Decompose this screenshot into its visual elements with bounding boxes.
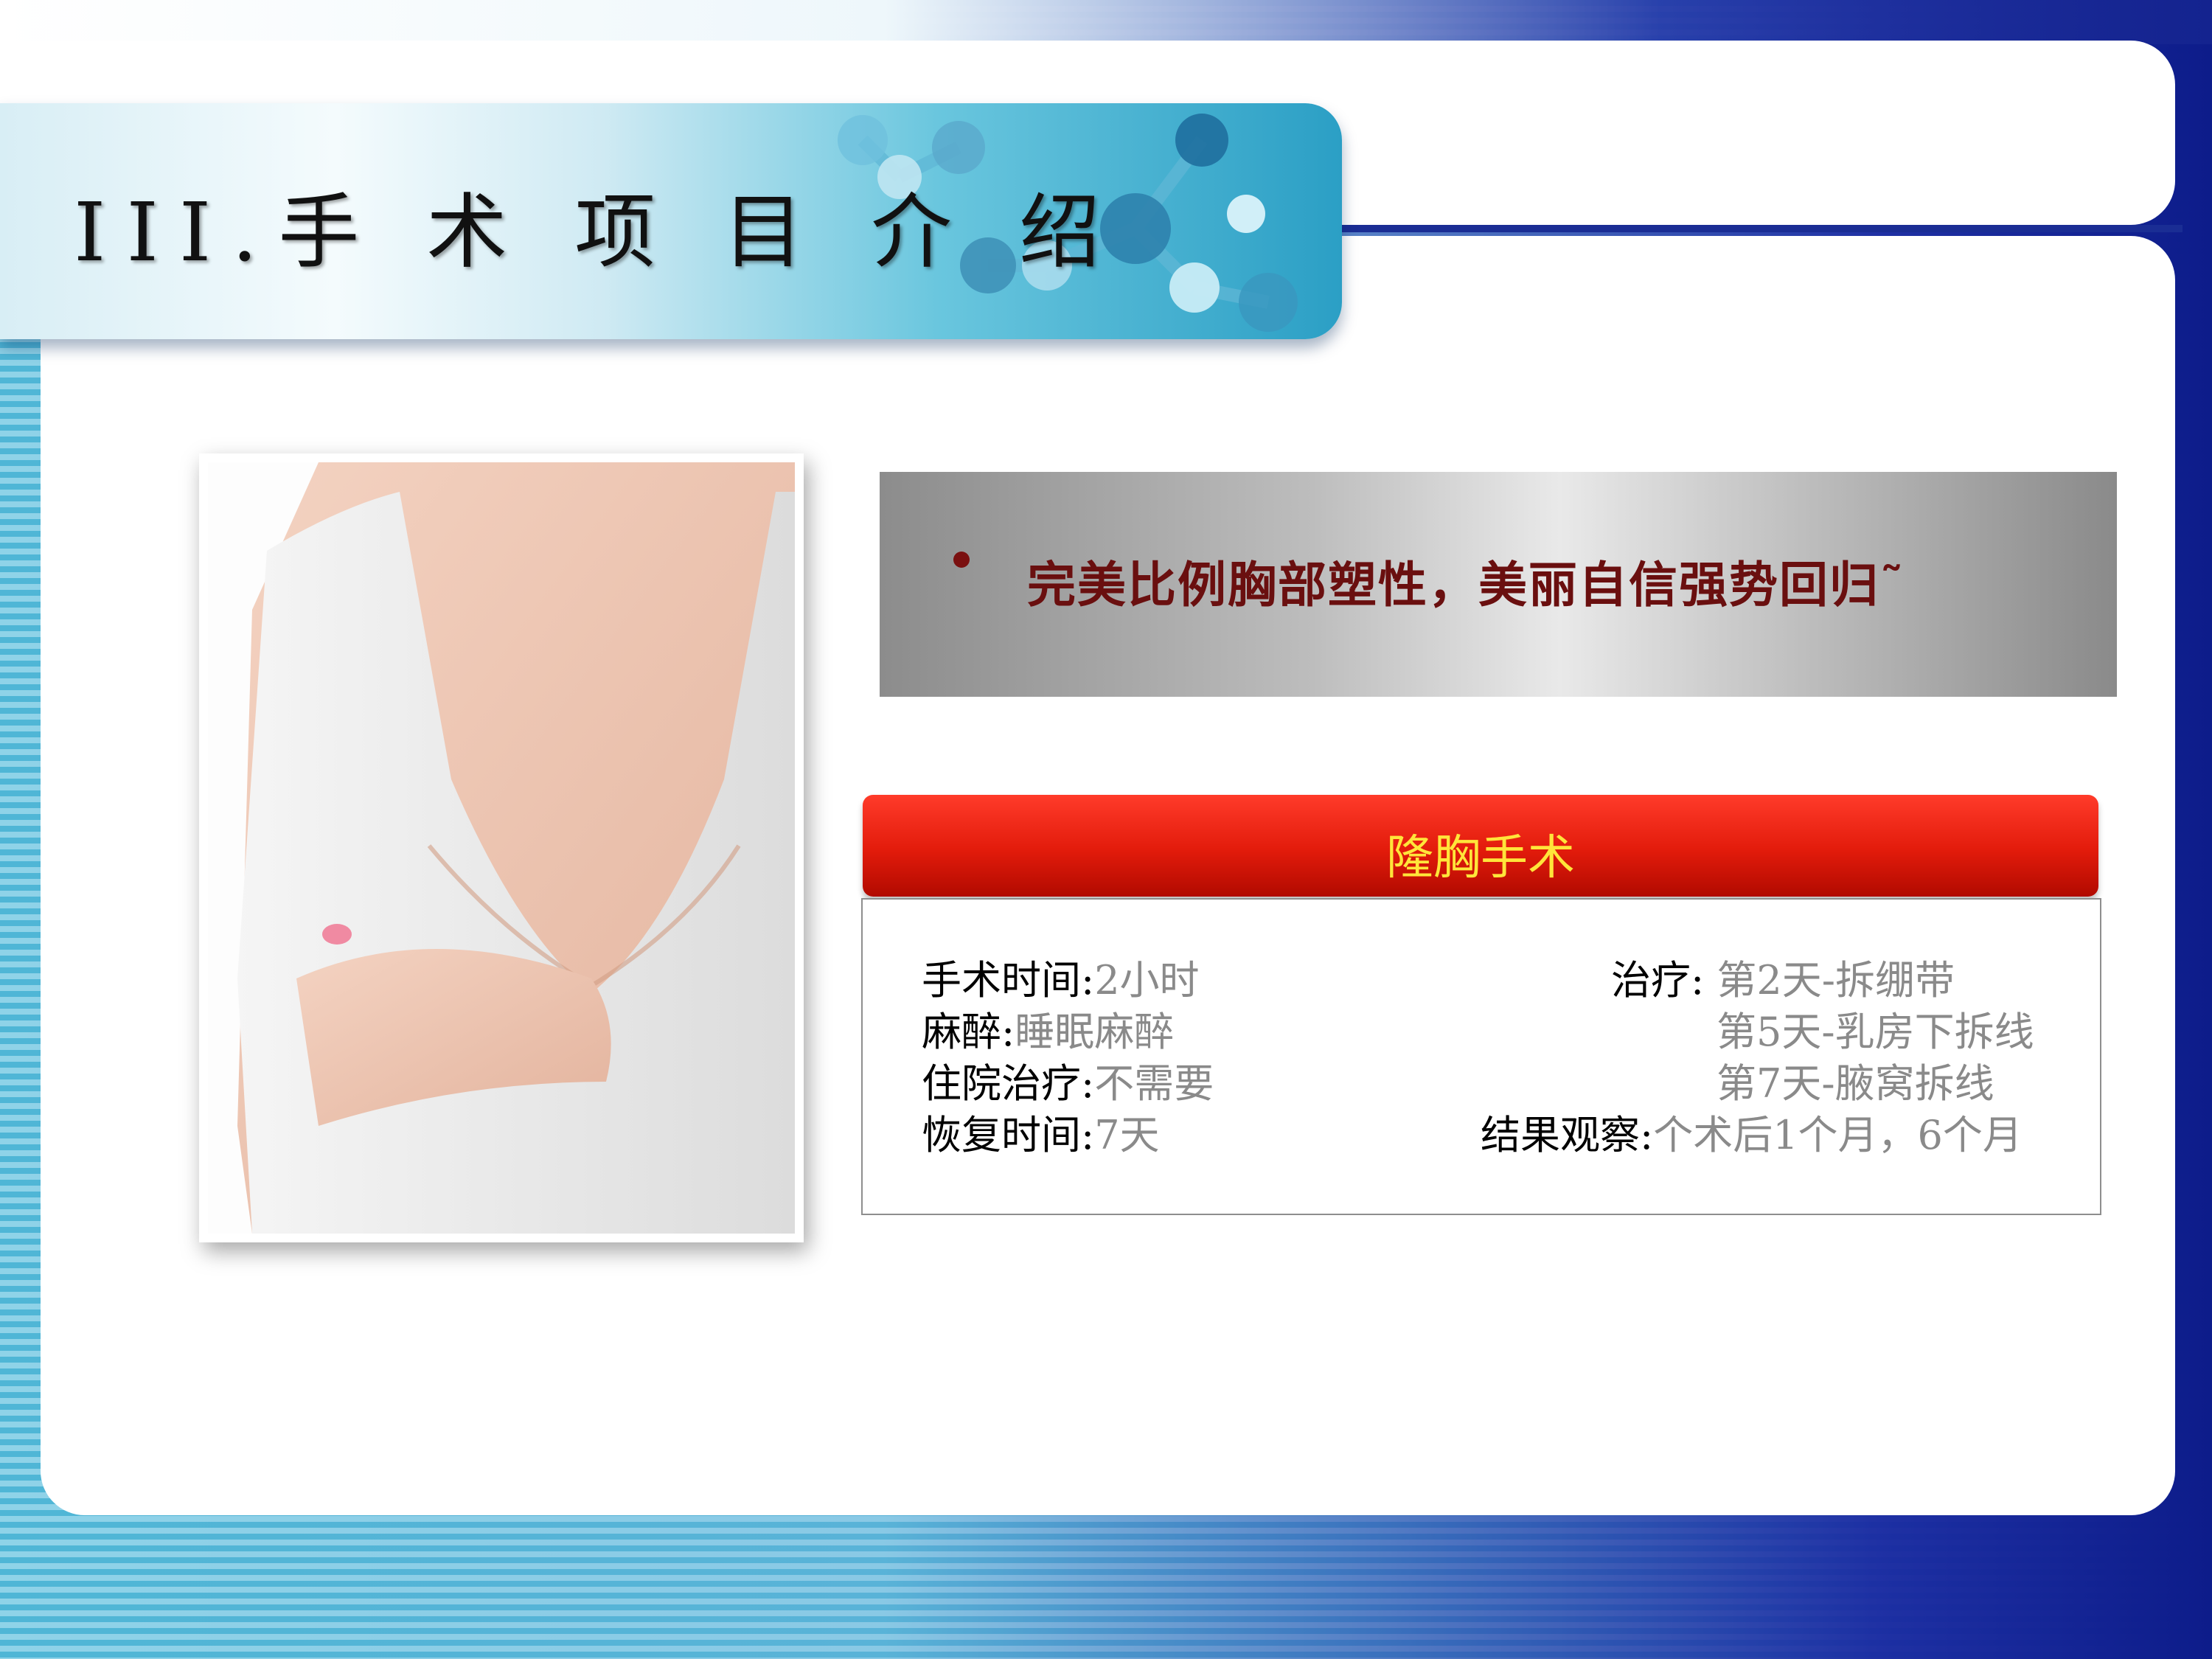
detail-label: 住院治疗: bbox=[922, 1060, 1095, 1107]
header-divider-line bbox=[1342, 225, 2183, 232]
detail-label: 治疗: bbox=[1611, 957, 1705, 1004]
detail-row: 手术时间:2小时 bbox=[922, 947, 1200, 1006]
model-photo-illustration bbox=[208, 462, 795, 1234]
detail-label: 恢复时间: bbox=[922, 1112, 1095, 1158]
detail-value: 不需要 bbox=[1094, 1060, 1214, 1107]
detail-row: 恢复时间:7天 bbox=[922, 1102, 1160, 1161]
detail-label: 麻醉: bbox=[922, 1009, 1015, 1055]
detail-row: 治疗: 第2天-拆绷带 bbox=[1611, 947, 1955, 1006]
procedure-title: 隆胸手术 bbox=[1386, 831, 1575, 886]
detail-value: 7天 bbox=[1094, 1112, 1160, 1158]
top-band bbox=[0, 0, 2212, 44]
detail-row: 结果观察:个术后1个月，6个月 bbox=[1481, 1102, 2023, 1161]
procedure-details-box: 手术时间:2小时 麻醉:睡眠麻醉 住院治疗:不需要 恢复时间:7天 治疗: 第2… bbox=[861, 898, 2101, 1215]
detail-value: 睡眠麻醉 bbox=[1015, 1009, 1175, 1055]
detail-value: 第7天-腋窝拆线 bbox=[1717, 1060, 1994, 1107]
detail-label: 结果观察: bbox=[1481, 1112, 1654, 1158]
detail-row: 住院治疗:不需要 bbox=[922, 1051, 1214, 1109]
tagline-banner: 完美比例胸部塑性，美丽自信强势回归˜ bbox=[880, 472, 2117, 697]
detail-value: 2小时 bbox=[1094, 957, 1200, 1004]
detail-value: 第2天-拆绷带 bbox=[1704, 957, 1955, 1004]
detail-row: 麻醉:睡眠麻醉 bbox=[922, 999, 1174, 1057]
detail-label: 手术时间: bbox=[922, 957, 1095, 1004]
detail-value: 个术后1个月，6个月 bbox=[1653, 1112, 2023, 1158]
procedure-title-bar: 隆胸手术 bbox=[863, 795, 2098, 897]
bullet-icon bbox=[953, 552, 970, 568]
page-title: III.手 术 项 目 介 绍 bbox=[74, 185, 1121, 279]
tagline-text: 完美比例胸部塑性，美丽自信强势回归˜ bbox=[1027, 557, 1905, 613]
detail-row: 第5天-乳房下拆线 bbox=[1717, 999, 2034, 1057]
detail-row: 第7天-腋窝拆线 bbox=[1717, 1051, 1994, 1109]
detail-value: 第5天-乳房下拆线 bbox=[1717, 1009, 2034, 1055]
product-photo bbox=[199, 453, 804, 1242]
